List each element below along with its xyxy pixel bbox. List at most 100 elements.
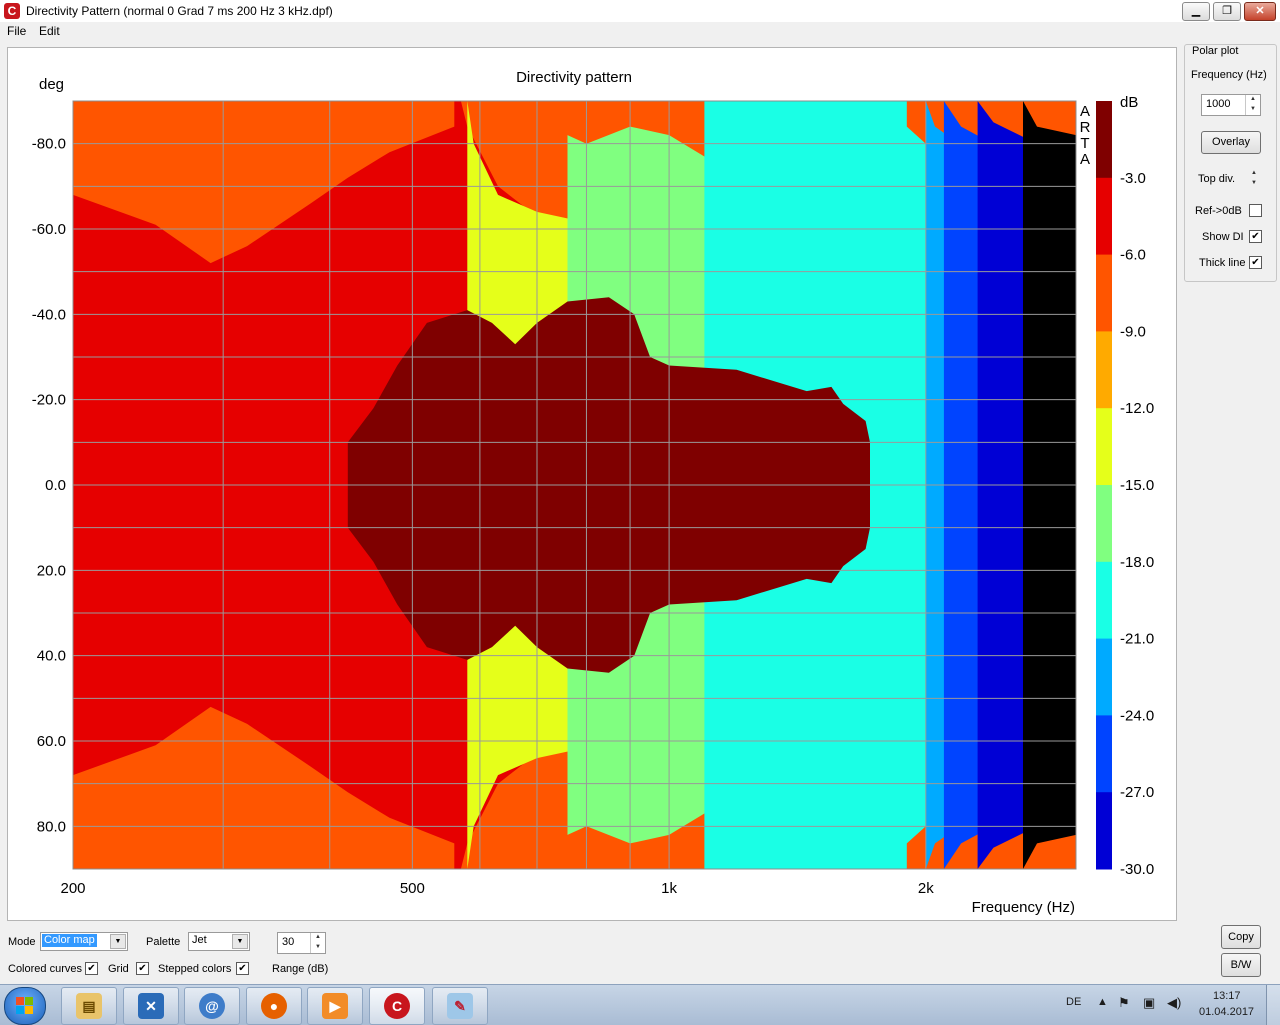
colorbar-swatch bbox=[1096, 715, 1112, 793]
colorbar: -3.0 -6.0 -9.0 -12.0 -15.0 -18.0 -21.0 -24.0 -27… bbox=[1096, 101, 1154, 878]
colorbar-swatch bbox=[1096, 254, 1112, 332]
palette-label: Palette bbox=[146, 936, 181, 948]
language-indicator[interactable]: DE bbox=[1066, 996, 1081, 1008]
watermark-letter: T bbox=[1080, 135, 1089, 152]
firefox-icon[interactable]: ● bbox=[246, 987, 302, 1025]
palette-value[interactable]: Jet bbox=[190, 934, 209, 947]
bw-button[interactable]: B/W bbox=[1221, 953, 1261, 977]
y-axis-label: deg bbox=[39, 76, 64, 93]
range-spinner[interactable]: 30 ▲ ▼ bbox=[277, 932, 326, 954]
top-div-label: Top div. bbox=[1198, 173, 1236, 185]
chevron-down-icon[interactable]: ▼ bbox=[232, 934, 248, 949]
y-tick-label: 60.0 bbox=[37, 733, 66, 750]
colorbar-swatch bbox=[1096, 331, 1112, 409]
restore-button[interactable]: ❐ bbox=[1213, 2, 1241, 21]
paint-icon[interactable]: ✎ bbox=[432, 987, 488, 1025]
colored-curves-label: Colored curves bbox=[8, 963, 82, 975]
colorbar-tick-label: -27.0 bbox=[1120, 784, 1154, 801]
y-tick-label: 80.0 bbox=[37, 818, 66, 835]
colorbar-swatch bbox=[1096, 408, 1112, 486]
spin-down-icon[interactable]: ▼ bbox=[1246, 105, 1260, 115]
menu-edit[interactable]: Edit bbox=[39, 24, 60, 38]
mode-value[interactable]: Color map bbox=[42, 934, 97, 947]
y-tick-label: 0.0 bbox=[45, 477, 66, 494]
arta-icon[interactable]: C bbox=[369, 987, 425, 1025]
thick-line-checkbox[interactable]: ✔ bbox=[1249, 256, 1262, 269]
network-app-icon[interactable]: ✕ bbox=[123, 987, 179, 1025]
mode-select[interactable]: Color map ▼ bbox=[40, 932, 128, 951]
colorbar-swatch bbox=[1096, 177, 1112, 256]
volume-icon[interactable]: ◀) bbox=[1167, 995, 1181, 1011]
colorbar-tick-label: -9.0 bbox=[1120, 323, 1146, 340]
y-tick-label: 40.0 bbox=[37, 648, 66, 665]
colorbar-swatch bbox=[1096, 485, 1112, 563]
watermark-letter: A bbox=[1080, 103, 1090, 120]
y-tick-label: -60.0 bbox=[32, 221, 66, 238]
palette-select[interactable]: Jet ▼ bbox=[188, 932, 250, 951]
x-axis-ticks: 200 500 1k 2k bbox=[60, 880, 934, 897]
spin-up-icon[interactable]: ▲ bbox=[1247, 169, 1261, 179]
explorer-icon[interactable]: ▤ bbox=[61, 987, 117, 1025]
plot-panel: Directivity pattern deg Frequency (Hz) d… bbox=[7, 47, 1177, 921]
grid-label: Grid bbox=[108, 963, 129, 975]
colorbar-tick-label: -21.0 bbox=[1120, 631, 1154, 648]
clock-time[interactable]: 13:17 bbox=[1213, 990, 1241, 1002]
colorbar-tick-label: -12.0 bbox=[1120, 400, 1154, 417]
spin-down-icon[interactable]: ▼ bbox=[1247, 179, 1261, 189]
media-player-icon[interactable]: ▶ bbox=[307, 987, 363, 1025]
ref-0db-checkbox[interactable] bbox=[1249, 204, 1262, 217]
x-axis-label: Frequency (Hz) bbox=[972, 899, 1075, 916]
clock-date[interactable]: 01.04.2017 bbox=[1199, 1006, 1254, 1018]
polar-plot-group-title: Polar plot bbox=[1190, 45, 1241, 57]
overlay-button[interactable]: Overlay bbox=[1201, 131, 1261, 154]
y-tick-label: -40.0 bbox=[32, 306, 66, 323]
action-center-flag-icon[interactable]: ⚑ bbox=[1118, 995, 1130, 1011]
range-value[interactable]: 30 bbox=[282, 936, 294, 948]
colorbar-unit-label: dB bbox=[1120, 94, 1138, 111]
colorbar-swatch bbox=[1096, 561, 1112, 640]
x-tick-label: 500 bbox=[400, 880, 425, 897]
top-div-spinner[interactable]: ▲ ▼ bbox=[1246, 169, 1261, 189]
stepped-colors-checkbox[interactable]: ✔ bbox=[236, 962, 249, 975]
colorbar-swatch bbox=[1096, 792, 1112, 870]
menu-bar: File Edit bbox=[0, 22, 1280, 41]
colorbar-tick-label: -15.0 bbox=[1120, 477, 1154, 494]
directivity-chart: Directivity pattern deg Frequency (Hz) d… bbox=[32, 69, 1154, 916]
menu-file[interactable]: File bbox=[7, 24, 26, 38]
colorbar-tick-label: -24.0 bbox=[1120, 707, 1154, 724]
chevron-down-icon[interactable]: ▼ bbox=[110, 934, 126, 949]
colorbar-swatch bbox=[1096, 638, 1112, 716]
network-icon[interactable]: ▣ bbox=[1143, 995, 1155, 1011]
grid-checkbox[interactable]: ✔ bbox=[136, 962, 149, 975]
close-button[interactable]: ✕ bbox=[1244, 2, 1276, 21]
show-desktop-button[interactable] bbox=[1266, 985, 1280, 1025]
minimize-button[interactable]: ▁ bbox=[1182, 2, 1210, 21]
chart-title: Directivity pattern bbox=[516, 69, 632, 86]
tray-expand-icon[interactable]: ▲ bbox=[1097, 996, 1108, 1008]
range-label: Range (dB) bbox=[272, 963, 329, 975]
y-axis-ticks: -80.0 -60.0 -40.0 -20.0 0.0 20.0 40.0 60.0 80.0 bbox=[32, 136, 66, 836]
thick-line-label: Thick line bbox=[1199, 257, 1246, 269]
frequency-spinner[interactable]: 1000 ▲ ▼ bbox=[1201, 94, 1261, 116]
spin-down-icon[interactable]: ▼ bbox=[311, 943, 325, 953]
copy-button[interactable]: Copy bbox=[1221, 925, 1261, 949]
y-tick-label: 20.0 bbox=[37, 562, 66, 579]
frequency-value[interactable]: 1000 bbox=[1206, 98, 1230, 110]
x-tick-label: 1k bbox=[661, 880, 677, 897]
y-tick-label: -80.0 bbox=[32, 136, 66, 153]
colorbar-tick-label: -30.0 bbox=[1120, 861, 1154, 878]
colorbar-swatch bbox=[1096, 101, 1112, 179]
frequency-label: Frequency (Hz) bbox=[1191, 69, 1267, 81]
start-button[interactable] bbox=[4, 987, 46, 1025]
colorbar-tick-label: -6.0 bbox=[1120, 247, 1146, 264]
show-di-checkbox[interactable]: ✔ bbox=[1249, 230, 1262, 243]
email-icon[interactable]: @ bbox=[184, 987, 240, 1025]
spin-up-icon[interactable]: ▲ bbox=[311, 933, 325, 943]
taskbar: ▤ ✕ @ ● ▶ C ✎ DE ▲ ⚑ ▣ ◀) 13:17 01.04.20… bbox=[0, 984, 1280, 1025]
windows-logo-icon bbox=[16, 997, 34, 1015]
spin-up-icon[interactable]: ▲ bbox=[1246, 95, 1260, 105]
y-tick-label: -20.0 bbox=[32, 392, 66, 409]
arta-watermark: ARTA bbox=[1080, 103, 1091, 168]
colored-curves-checkbox[interactable]: ✔ bbox=[85, 962, 98, 975]
app-icon[interactable]: C bbox=[4, 3, 20, 19]
